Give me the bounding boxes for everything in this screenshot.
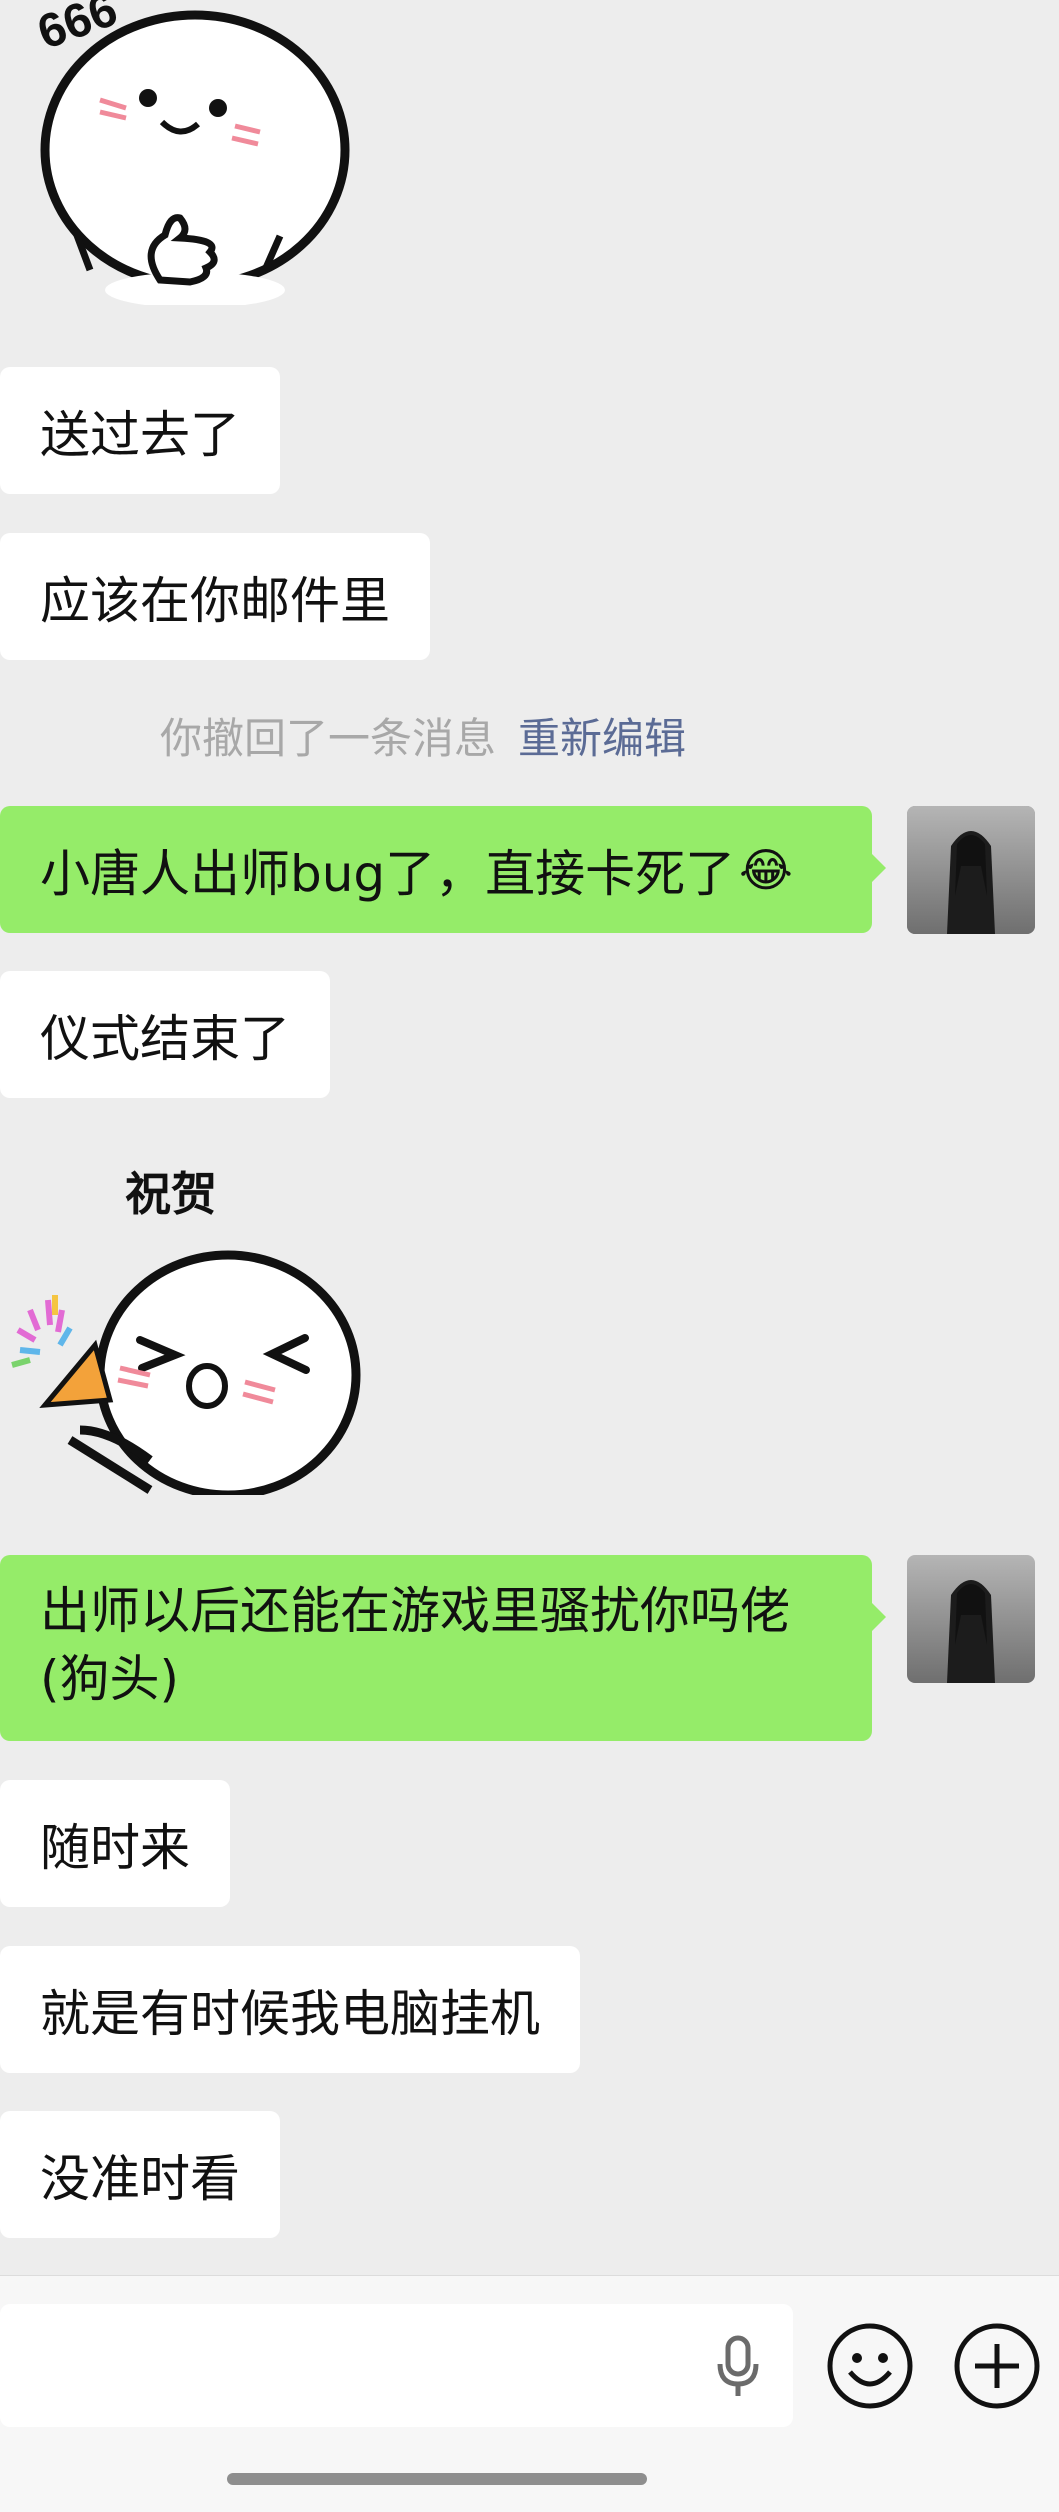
message-bubble-incoming[interactable]: 没准时看 <box>0 2111 280 2238</box>
emoji-icon[interactable] <box>826 2322 914 2410</box>
home-indicator[interactable] <box>227 2473 647 2485</box>
input-bar <box>0 2275 1059 2512</box>
sticker-666-drawing: 666 <box>31 0 350 308</box>
message-text: 出师以后还能在游戏里骚扰你吗佬(狗头) <box>40 1582 790 1708</box>
message-bubble-incoming[interactable]: 就是有时候我电脑挂机 <box>0 1946 580 2073</box>
message-text: 应该在你邮件里 <box>40 571 390 630</box>
message-text: 就是有时候我电脑挂机 <box>40 1984 540 2043</box>
message-bubble-outgoing[interactable]: 小唐人出师bug了，直接卡死了 😂 <box>0 806 886 933</box>
sticker-congrats[interactable]: 祝贺 <box>0 1160 380 1500</box>
message-bubble-incoming[interactable]: 送过去了 <box>0 367 280 494</box>
sticker-congrats-text: 祝贺 <box>125 1167 217 1221</box>
message-bubble-incoming[interactable]: 随时来 <box>0 1780 230 1907</box>
recall-notice: 你撤回了一条消息 重新编辑 <box>0 705 1059 766</box>
message-text: 送过去了 <box>40 405 240 464</box>
message-text: 小唐人出师bug了，直接卡死了 <box>40 844 736 903</box>
re-edit-link[interactable]: 重新编辑 <box>518 714 686 763</box>
message-input[interactable] <box>0 2304 793 2427</box>
my-avatar[interactable] <box>907 806 1035 934</box>
microphone-icon[interactable] <box>708 2334 768 2398</box>
recall-text: 你撤回了一条消息 <box>160 714 497 763</box>
message-bubble-incoming[interactable]: 仪式结束了 <box>0 971 330 1098</box>
message-text: 随时来 <box>40 1818 190 1877</box>
avatar-icon <box>907 1555 1035 1683</box>
avatar-icon <box>907 806 1035 934</box>
plus-icon[interactable] <box>953 2322 1041 2410</box>
message-bubble-incoming[interactable]: 应该在你邮件里 <box>0 533 430 660</box>
my-avatar[interactable] <box>907 1555 1035 1683</box>
chat-area[interactable]: 666 送过去了 应该在你邮件里 你撤回了一条消息 重新编辑 小唐人出师bug了，… <box>0 0 1059 2275</box>
sticker-congrats-drawing: 祝贺 <box>11 1167 361 1500</box>
laugh-cry-emoji-icon: 😂 <box>739 842 793 897</box>
message-text: 没准时看 <box>40 2149 240 2208</box>
message-bubble-outgoing[interactable]: 出师以后还能在游戏里骚扰你吗佬(狗头) <box>0 1555 886 1741</box>
sticker-666[interactable]: 666 <box>30 0 350 308</box>
message-text: 仪式结束了 <box>40 1009 290 1068</box>
